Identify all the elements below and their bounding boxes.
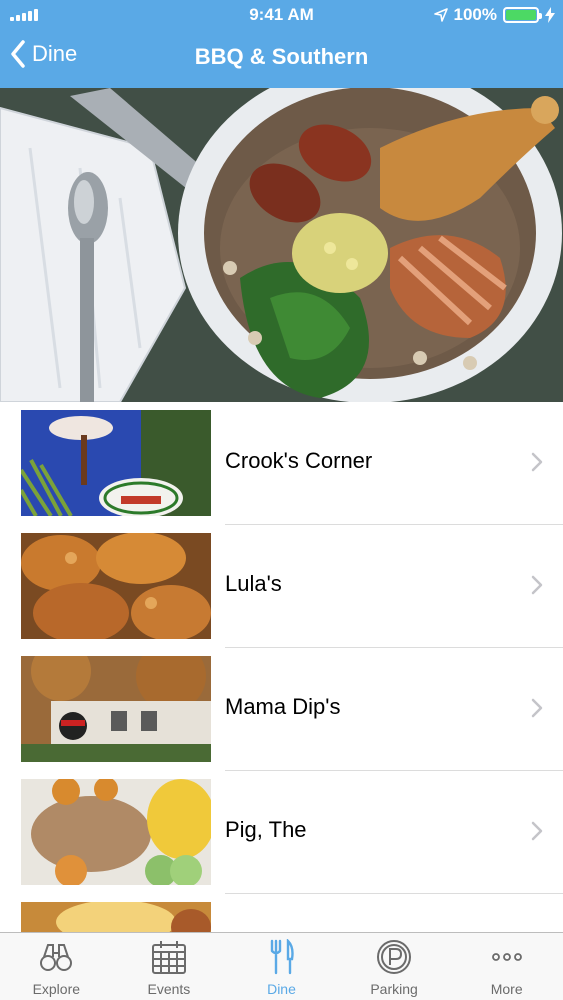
list-item[interactable]: Lula's xyxy=(0,525,563,648)
page-title: BBQ & Southern xyxy=(194,44,369,69)
fork-knife-icon xyxy=(271,939,295,975)
restaurant-thumbnail xyxy=(21,902,211,932)
restaurant-thumbnail xyxy=(21,410,211,516)
restaurant-thumbnail xyxy=(21,779,211,885)
chevron-right-icon xyxy=(531,452,543,472)
tab-label: Events xyxy=(147,981,191,997)
tab-events[interactable]: Events xyxy=(113,933,226,1000)
location-arrow-icon xyxy=(433,8,448,22)
tab-dine[interactable]: Dine xyxy=(225,933,338,1000)
restaurant-name: Mama Dip's xyxy=(225,694,341,719)
restaurant-list: Crook's Corner Lula's Mama Dip's Pig, Th… xyxy=(0,402,563,932)
list-item[interactable]: Crook's Corner xyxy=(0,402,563,525)
tab-label: Parking xyxy=(370,981,418,997)
parking-icon xyxy=(377,940,412,974)
more-dots-icon xyxy=(491,953,522,961)
chevron-right-icon xyxy=(531,698,543,718)
tab-explore[interactable]: Explore xyxy=(0,933,113,1000)
battery-icon xyxy=(503,7,542,23)
tab-label: Dine xyxy=(267,981,296,997)
restaurant-name: Lula's xyxy=(225,571,282,596)
restaurant-name: Pig, The xyxy=(225,817,307,842)
binoculars-icon xyxy=(40,944,73,971)
restaurant-name: Crook's Corner xyxy=(225,448,373,473)
restaurant-thumbnail xyxy=(21,533,211,639)
navigation-bar: Dine BBQ & Southern xyxy=(0,30,563,88)
tab-label: Explore xyxy=(32,981,81,997)
hero-image xyxy=(0,88,563,402)
tab-bar: Explore Events Dine Parking More xyxy=(0,932,563,1000)
charging-bolt-icon xyxy=(545,7,555,23)
tab-parking[interactable]: Parking xyxy=(338,933,451,1000)
battery-percent: 100% xyxy=(453,5,497,24)
top-bar: 9:41 AM 100% Dine BBQ & Southern xyxy=(0,0,563,88)
calendar-icon xyxy=(151,941,186,974)
list-item[interactable] xyxy=(0,894,563,932)
chevron-right-icon xyxy=(531,821,543,841)
tab-more[interactable]: More xyxy=(450,933,563,1000)
list-item[interactable]: Pig, The xyxy=(0,771,563,894)
tab-label: More xyxy=(490,981,523,997)
chevron-right-icon xyxy=(531,575,543,595)
list-item[interactable]: Mama Dip's xyxy=(0,648,563,771)
status-bar: 9:41 AM 100% xyxy=(0,0,563,30)
restaurant-thumbnail xyxy=(21,656,211,762)
